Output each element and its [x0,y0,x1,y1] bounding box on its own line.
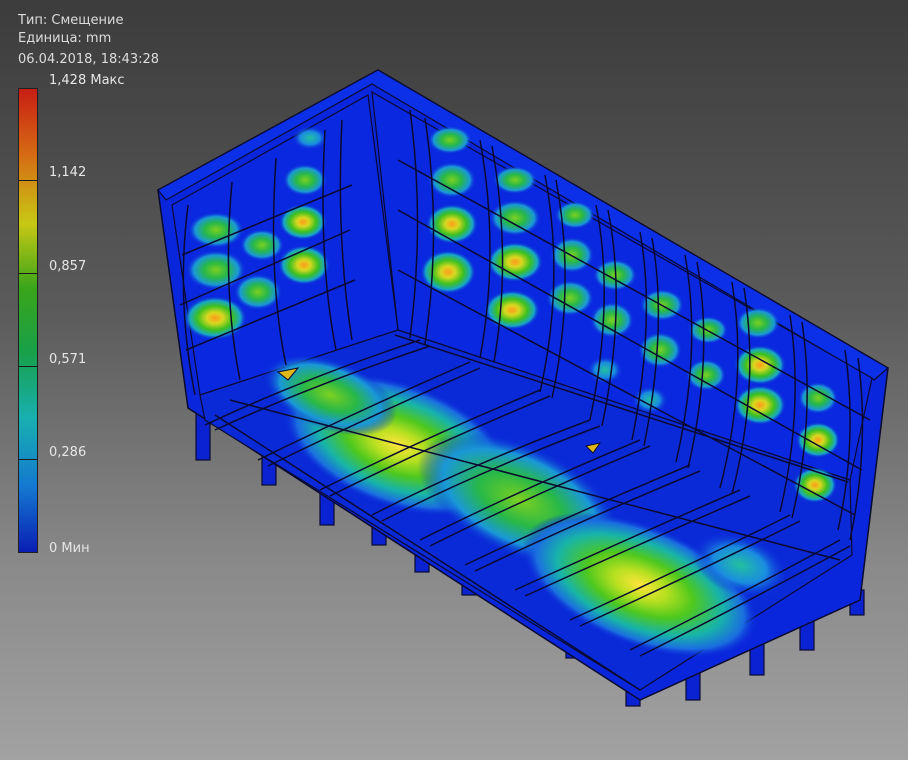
results-viewport[interactable]: Тип: Смещение Единица: mm 06.04.2018, 18… [0,0,908,760]
displacement-model-render[interactable] [0,0,908,760]
